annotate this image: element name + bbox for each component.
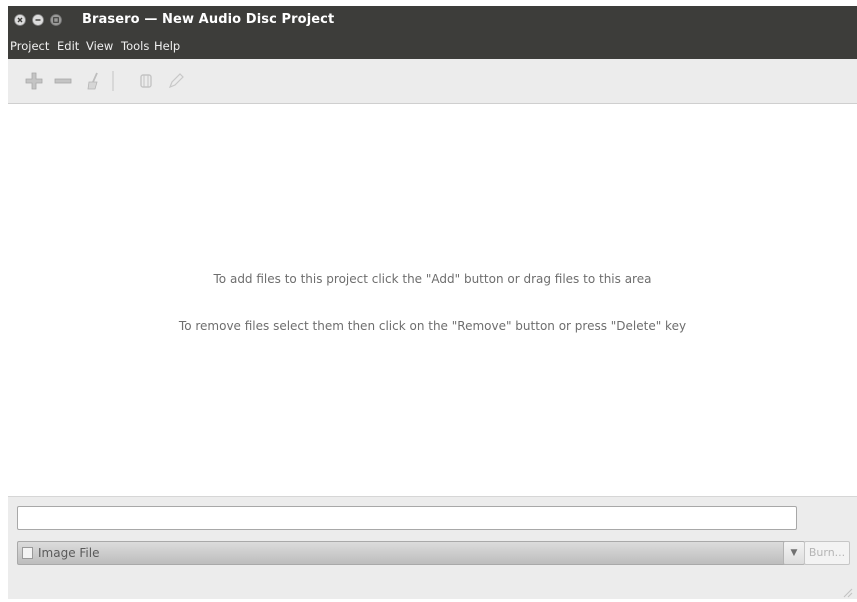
add-files-hint: To add files to this project click the "…: [213, 272, 652, 286]
menu-project[interactable]: Project: [10, 39, 49, 53]
bottom-panel: Image File ▼ Burn...: [8, 497, 857, 599]
minimize-icon[interactable]: [32, 14, 44, 26]
menu-edit[interactable]: Edit: [57, 39, 79, 53]
remove-files-hint: To remove files select them then click o…: [178, 319, 687, 333]
project-contents-area[interactable]: To add files to this project click the "…: [8, 104, 857, 497]
split-icon[interactable]: [136, 71, 156, 91]
toolbar-separator: [112, 71, 114, 91]
target-drive-select[interactable]: Image File: [17, 541, 793, 565]
disc-name-input[interactable]: [17, 506, 797, 530]
clean-icon[interactable]: [84, 71, 104, 91]
toolbar: [8, 59, 857, 104]
edit-icon[interactable]: [166, 71, 186, 91]
title-bar: Brasero — New Audio Disc Project: [8, 6, 857, 35]
menu-view[interactable]: View: [86, 39, 113, 53]
brasero-window: Brasero — New Audio Disc Project Project…: [8, 6, 857, 599]
menu-help[interactable]: Help: [154, 39, 180, 53]
maximize-icon[interactable]: [50, 14, 62, 26]
menu-tools[interactable]: Tools: [121, 39, 149, 53]
remove-icon[interactable]: [53, 71, 73, 91]
window-title: Brasero — New Audio Disc Project: [82, 12, 335, 27]
image-file-icon: [22, 547, 33, 559]
close-icon[interactable]: [14, 14, 26, 26]
chevron-down-icon[interactable]: ▼: [783, 541, 805, 565]
target-drive-label: Image File: [38, 546, 100, 560]
add-icon[interactable]: [24, 71, 44, 91]
menu-bar: Project Edit View Tools Help: [8, 35, 857, 59]
resize-grip-icon[interactable]: [841, 583, 853, 598]
burn-button[interactable]: Burn...: [804, 541, 850, 565]
